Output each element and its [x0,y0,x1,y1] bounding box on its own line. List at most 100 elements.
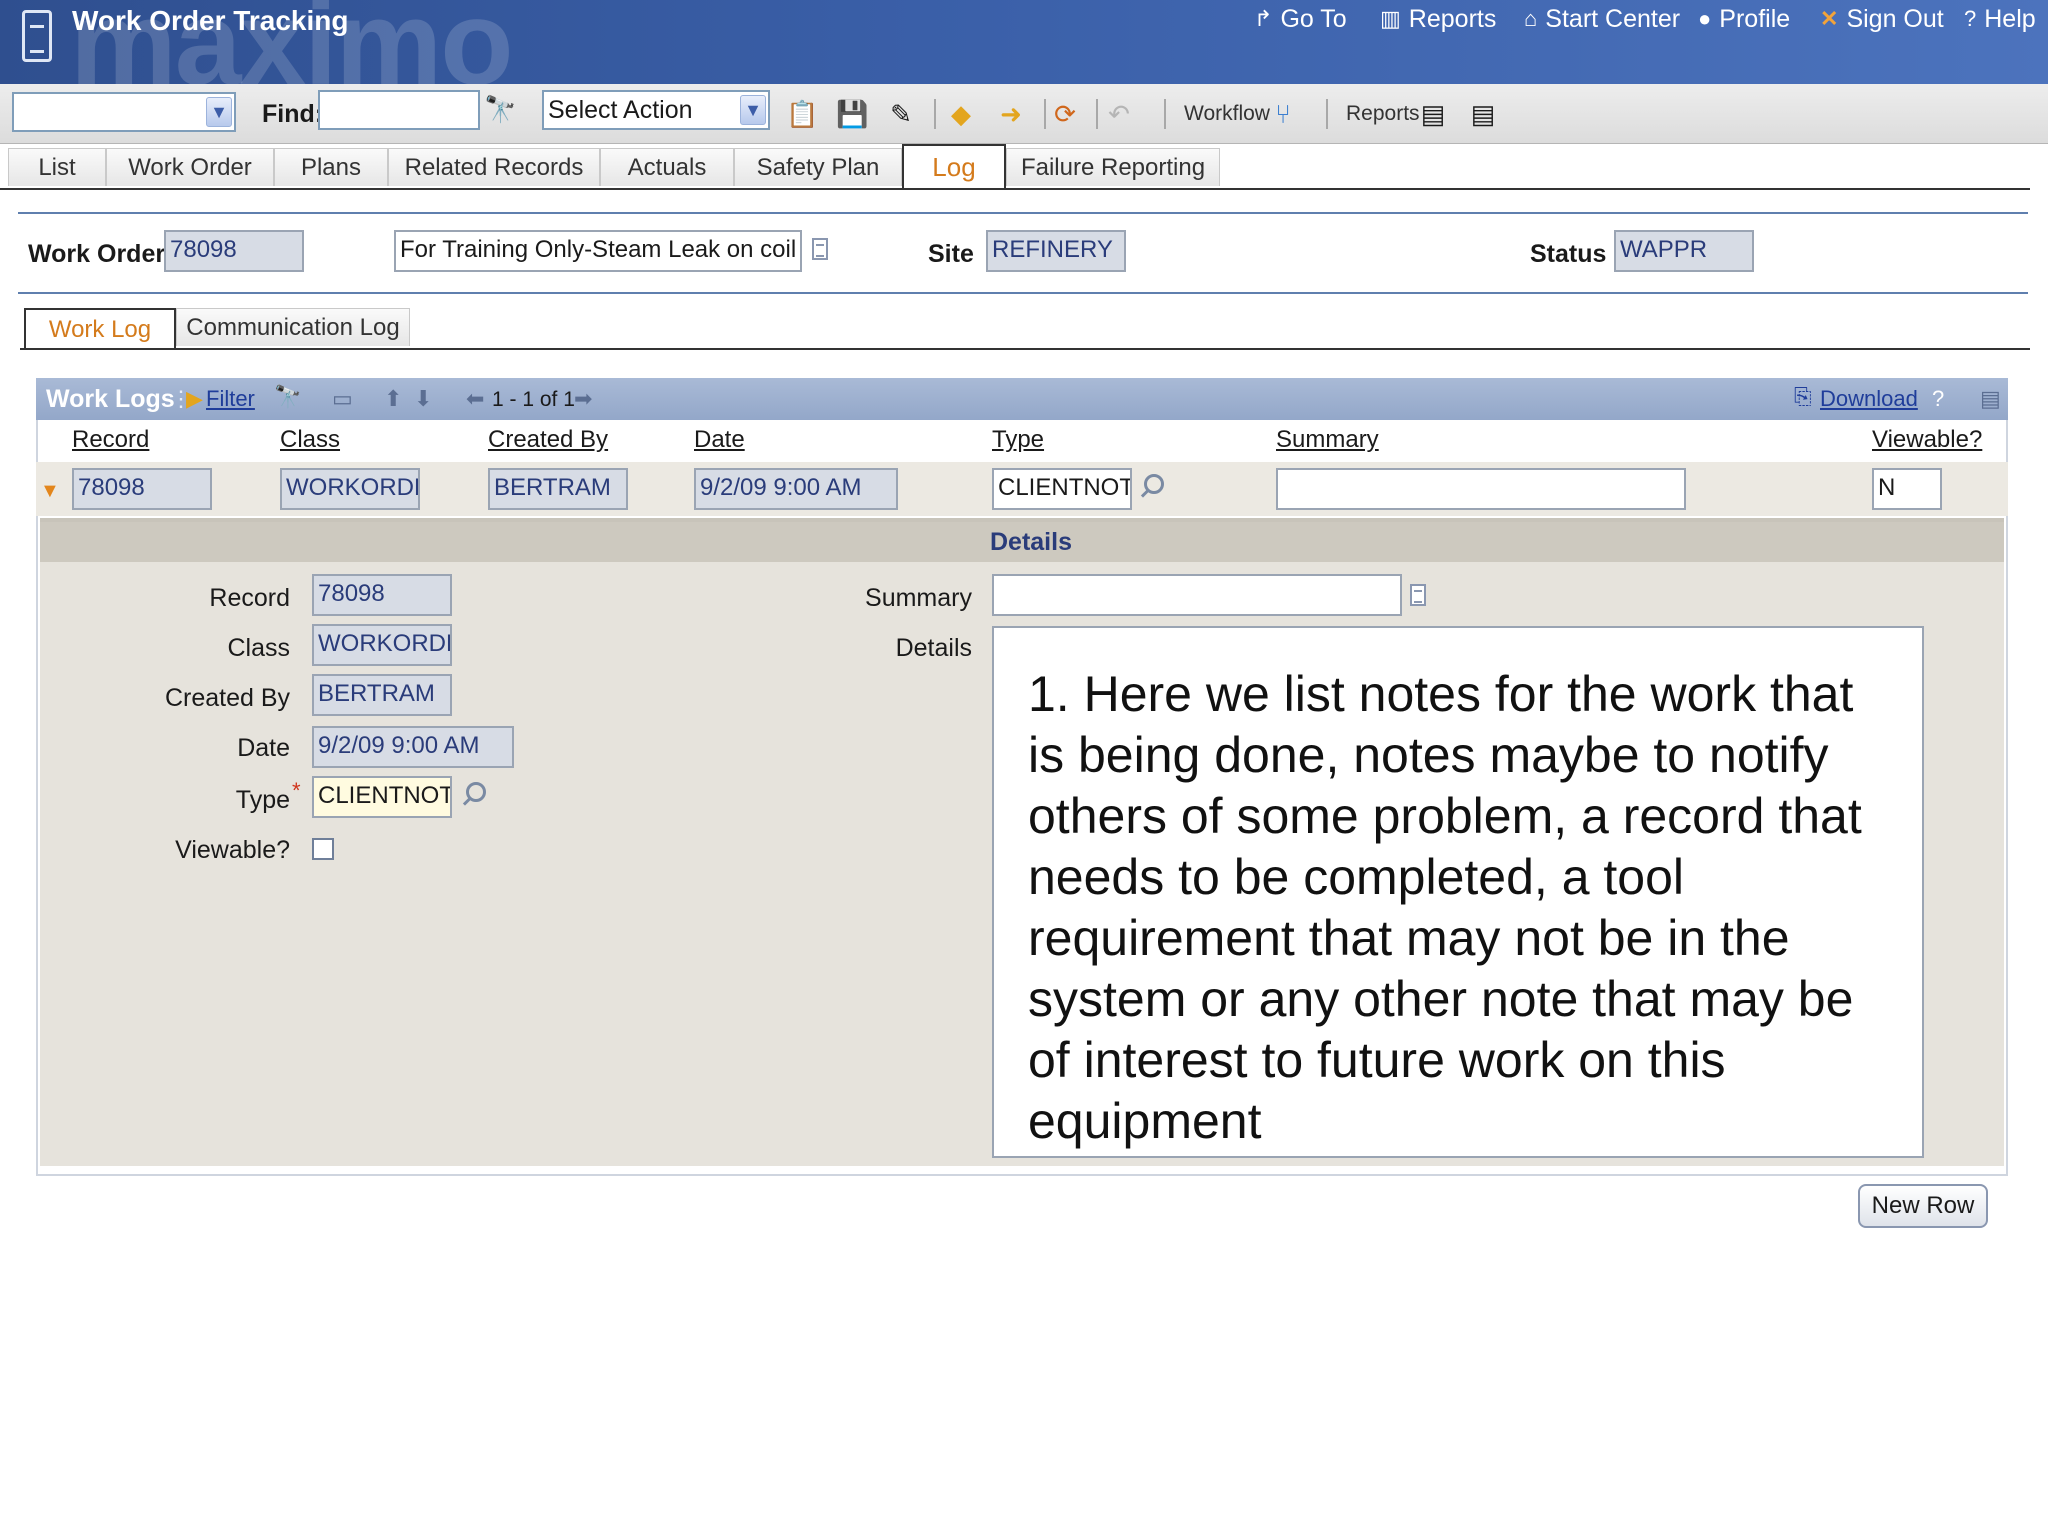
clear-filter-icon[interactable]: ▭ [332,386,353,412]
find-label: Find: [262,100,324,128]
start-center-link[interactable]: ⌂ Start Center [1524,4,1680,34]
row-type-field[interactable]: CLIENTNOTE [992,468,1132,510]
subtab-work-log[interactable]: Work Log [24,308,176,350]
date-field[interactable]: 9/2/09 9:00 AM [312,726,514,768]
details-section-title: Details [990,528,1072,556]
find-input[interactable] [318,90,480,130]
chevron-down-icon: ▼ [206,97,232,127]
column-header-type[interactable]: Type [992,426,1044,454]
x-icon: ✕ [1820,6,1839,31]
select-action-dropdown[interactable]: Select Action ▼ [542,90,770,130]
details-label: Details [895,634,972,662]
row-viewable-field[interactable]: N [1872,468,1942,510]
next-arrow-icon[interactable]: ➜ [996,97,1026,131]
column-header-record[interactable]: Record [72,426,149,454]
tab-safety-plan[interactable]: Safety Plan [734,148,902,186]
filter-arrow-icon: ▶ [186,386,203,411]
row-record-field[interactable]: 78098 [72,468,212,510]
required-asterisk: * [292,778,301,803]
download-icon[interactable]: ⎘ [1794,384,1812,410]
column-header-summary[interactable]: Summary [1276,426,1379,454]
save-icon[interactable]: 💾 [836,97,868,131]
person-icon: ● [1698,6,1712,31]
app-clipboard-icon [22,10,52,62]
column-header-viewable[interactable]: Viewable? [1872,426,1982,454]
arrow-down-icon[interactable]: ⬇ [414,386,432,412]
filter-link[interactable]: Filter [206,386,255,412]
type-label: Type [235,786,290,814]
subtabs-baseline [20,348,2030,350]
binoculars-icon[interactable]: 🔭 [274,384,301,410]
table-help-icon[interactable]: ? [1932,386,1944,412]
toolbar-divider [1096,99,1098,129]
reports-toolbar-label[interactable]: Reports [1346,102,1420,126]
profile-link[interactable]: ● Profile [1698,4,1790,34]
tab-work-order[interactable]: Work Order [106,148,274,186]
column-header-created-by[interactable]: Created By [488,426,608,454]
work-order-description-field[interactable]: For Training Only-Steam Leak on coil [394,230,802,272]
long-description-icon[interactable] [1410,584,1426,606]
row-summary-field[interactable] [1276,468,1686,510]
toolbar-divider [1044,99,1046,129]
long-description-icon[interactable] [812,238,828,260]
toolbar-divider [934,99,936,129]
sign-out-link[interactable]: ✕ Sign Out [1820,4,1944,34]
tab-failure-reporting[interactable]: Failure Reporting [1006,148,1220,186]
row-expanded-arrow-icon[interactable]: ▼ [40,480,60,503]
report-icon[interactable]: ▤ [1418,97,1448,131]
column-header-class[interactable]: Class [280,426,340,454]
previous-arrow-icon[interactable]: ◆ [946,97,976,131]
work-order-field[interactable]: 78098 [164,230,304,272]
app-header: maximo Work Order Tracking ↱ Go To ▥ Rep… [0,0,2048,84]
tab-log[interactable]: Log [902,144,1006,188]
details-textarea[interactable]: 1. Here we list notes for the work that … [992,626,1924,1158]
lookup-magnifier-icon[interactable] [460,782,486,808]
download-link[interactable]: Download [1820,386,1918,412]
saved-query-select[interactable]: ▼ [12,92,236,132]
tab-list[interactable]: List [8,148,106,186]
workflow-route-icon[interactable]: ⑂ [1268,97,1298,131]
arrow-up-icon[interactable]: ⬆ [384,386,402,412]
row-date-field[interactable]: 9/2/09 9:00 AM [694,468,898,510]
viewable-label: Viewable? [175,836,290,864]
status-label: Status [1530,240,1607,268]
new-row-button[interactable]: New Row [1858,1184,1988,1228]
reports-link[interactable]: ▥ Reports [1380,4,1496,34]
status-field[interactable]: WAPPR [1614,230,1754,272]
section-divider [18,212,2028,214]
new-record-icon[interactable]: 📋 [786,97,818,131]
table-settings-icon[interactable]: ▤ [1980,386,2001,412]
created-by-field[interactable]: BERTRAM [312,674,452,716]
refresh-icon[interactable]: ⟳ [1050,97,1080,131]
site-field[interactable]: REFINERY [986,230,1126,272]
report-list-icon[interactable]: ▤ [1468,97,1498,131]
class-field[interactable]: WORKORDER [312,624,452,666]
column-header-date[interactable]: Date [694,426,745,454]
previous-page-icon[interactable]: ⬅ [466,386,484,412]
chevron-down-icon: ▼ [740,95,766,125]
clear-eraser-icon[interactable]: ✎ [886,97,916,131]
summary-label: Summary [865,584,972,612]
row-created-by-field[interactable]: BERTRAM [488,468,628,510]
viewable-checkbox[interactable] [312,838,334,860]
record-label: Record [209,584,290,612]
work-order-label: Work Order [28,240,166,268]
workflow-label[interactable]: Workflow [1184,102,1270,126]
goto-link[interactable]: ↱ Go To [1254,4,1347,34]
undo-icon[interactable]: ↶ [1104,97,1134,131]
summary-field[interactable] [992,574,1402,616]
tab-actuals[interactable]: Actuals [600,148,734,186]
subtab-communication-log[interactable]: Communication Log [176,308,410,346]
help-link[interactable]: ? Help [1964,4,2036,34]
home-icon: ⌂ [1524,6,1538,31]
tab-related-records[interactable]: Related Records [388,148,600,186]
record-field[interactable]: 78098 [312,574,452,616]
row-class-field[interactable]: WORKORDER [280,468,420,510]
lookup-magnifier-icon[interactable] [1138,474,1164,500]
tabs-baseline [0,188,2030,190]
section-divider [18,292,2028,294]
next-page-icon[interactable]: ➡ [574,386,592,412]
tab-plans[interactable]: Plans [274,148,388,186]
type-field[interactable]: CLIENTNOTE [312,776,452,818]
binoculars-icon[interactable]: 🔭 [484,92,516,126]
